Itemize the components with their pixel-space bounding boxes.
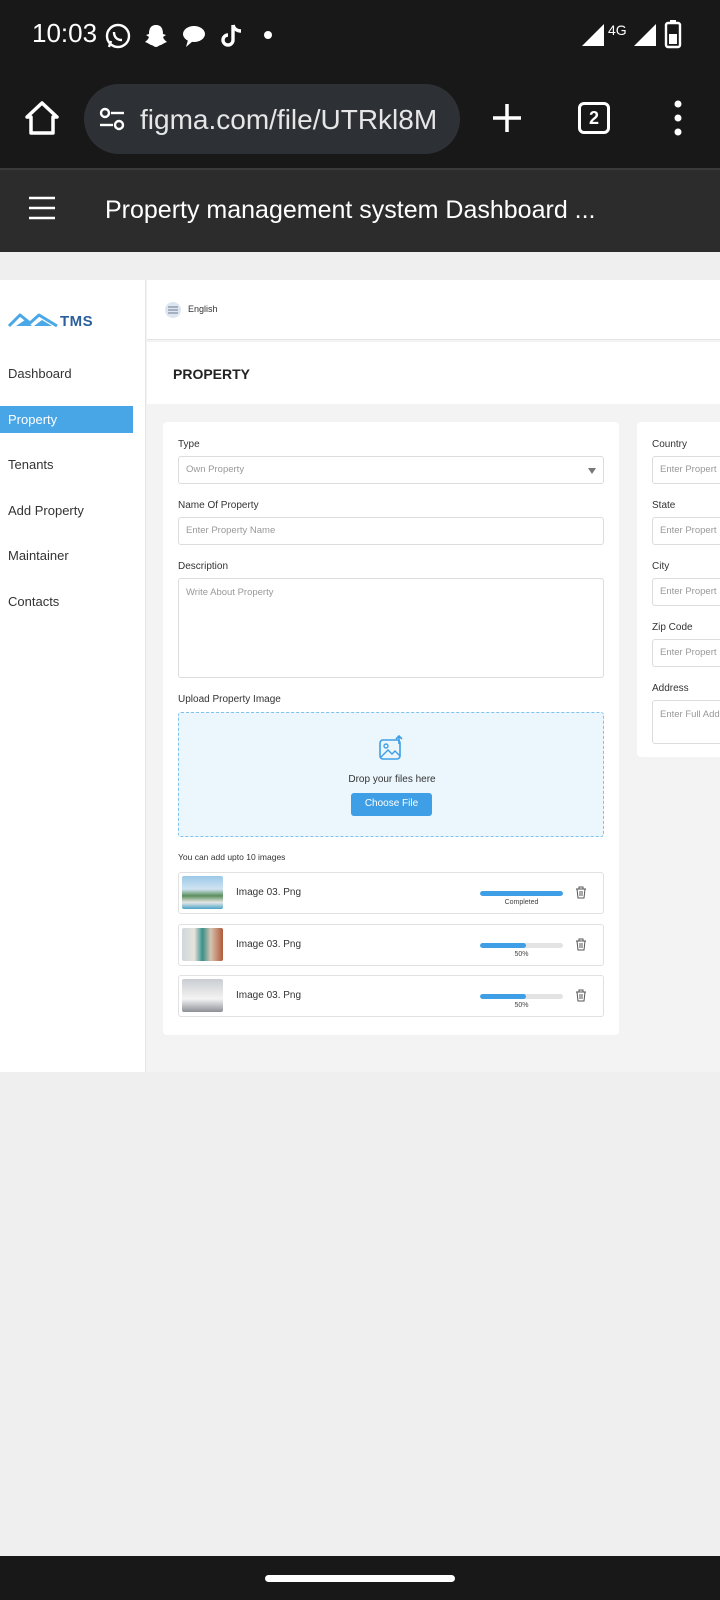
uploaded-image-row: Image 03. Png 50% xyxy=(178,924,604,966)
site-settings-icon[interactable] xyxy=(98,105,126,133)
upload-status: 50% xyxy=(514,951,529,958)
sidebar-item-dashboard[interactable]: Dashboard xyxy=(0,360,133,387)
figma-file-title: Property management system Dashboard ... xyxy=(105,196,596,224)
language-label[interactable]: English xyxy=(188,304,218,314)
menu-icon xyxy=(168,306,178,314)
description-label: Description xyxy=(178,561,229,572)
name-label: Name Of Property xyxy=(178,500,259,511)
dot-icon xyxy=(264,31,272,39)
sidebar-item-maintainer[interactable]: Maintainer xyxy=(0,542,133,569)
image-file-name: Image 03. Png xyxy=(236,887,302,898)
home-icon[interactable] xyxy=(22,98,62,138)
drop-files-text: Drop your files here xyxy=(348,774,436,785)
image-thumbnail xyxy=(182,876,223,909)
sidebar: TMS Dashboard Property Tenants Add Prope… xyxy=(0,280,146,1072)
uploaded-image-row: Image 03. Png 50% xyxy=(178,975,604,1017)
signal-icon xyxy=(634,24,656,46)
type-select[interactable]: Own Property xyxy=(178,456,604,484)
zip-code-label: Zip Code xyxy=(652,622,693,633)
url-text[interactable]: figma.com/file/UTRkl8M xyxy=(140,104,450,136)
image-limit-text: You can add upto 10 images xyxy=(178,852,286,862)
upload-progress-bar xyxy=(480,994,563,999)
location-form-card: Country Enter Propert State Enter Proper… xyxy=(637,422,720,757)
logo-text: TMS xyxy=(60,313,94,330)
country-input[interactable]: Enter Propert xyxy=(652,456,720,484)
snapchat-icon xyxy=(145,25,167,47)
trash-icon[interactable] xyxy=(575,989,587,1002)
property-name-input[interactable]: Enter Property Name xyxy=(178,517,604,545)
upload-dropzone[interactable]: Drop your files here Choose File xyxy=(178,712,604,837)
upload-progress-bar xyxy=(480,943,563,948)
image-thumbnail xyxy=(182,928,223,961)
gesture-navigation-bar xyxy=(0,1556,720,1600)
upload-progress-fill xyxy=(480,891,563,896)
address-textarea[interactable]: Enter Full Add xyxy=(652,700,720,744)
uploaded-image-row: Image 03. Png Completed xyxy=(178,872,604,914)
upload-status: 50% xyxy=(514,1002,529,1009)
figma-header: Property management system Dashboard ... xyxy=(0,168,720,252)
new-tab-icon[interactable] xyxy=(490,101,524,135)
page-title: PROPERTY xyxy=(173,366,251,382)
battery-icon xyxy=(664,20,682,49)
more-options-icon[interactable] xyxy=(664,98,692,138)
city-input[interactable]: Enter Propert xyxy=(652,578,720,606)
image-file-name: Image 03. Png xyxy=(236,990,302,1001)
trash-icon[interactable] xyxy=(575,886,587,899)
design-frame: TMS Dashboard Property Tenants Add Prope… xyxy=(0,280,720,1072)
home-gesture-handle[interactable] xyxy=(265,1575,455,1582)
page-title-bar: PROPERTY xyxy=(147,342,720,404)
tab-switcher-button[interactable]: 2 xyxy=(578,102,610,134)
address-bar[interactable]: figma.com/file/UTRkl8M xyxy=(84,84,460,154)
status-time: 10:03 xyxy=(32,18,98,48)
state-label: State xyxy=(652,500,676,511)
type-select-value: Own Property xyxy=(186,464,245,475)
app-topbar: English xyxy=(147,280,720,340)
zip-code-input[interactable]: Enter Propert xyxy=(652,639,720,667)
state-input[interactable]: Enter Propert xyxy=(652,517,720,545)
image-upload-icon xyxy=(379,735,403,760)
description-textarea[interactable]: Write About Property xyxy=(178,578,604,678)
tms-logo-icon xyxy=(8,313,58,328)
upload-progress-fill xyxy=(480,994,526,999)
city-label: City xyxy=(652,561,670,572)
sidebar-item-contacts[interactable]: Contacts xyxy=(0,588,133,615)
network-type-label: 4G xyxy=(608,22,627,38)
address-label: Address xyxy=(652,683,689,694)
upload-progress-bar xyxy=(480,891,563,896)
sidebar-item-tenants[interactable]: Tenants xyxy=(0,451,133,478)
tab-count: 2 xyxy=(588,108,599,128)
whatsapp-icon xyxy=(105,23,131,49)
image-file-name: Image 03. Png xyxy=(236,939,302,950)
status-bar: 10:03 4G xyxy=(0,0,720,72)
chat-icon xyxy=(183,26,205,47)
hamburger-menu-icon[interactable] xyxy=(28,196,56,220)
property-form-card: Type Own Property Name Of Property Enter… xyxy=(163,422,619,1035)
upload-progress-fill xyxy=(480,943,526,948)
tiktok-icon xyxy=(221,24,242,47)
choose-file-button[interactable]: Choose File xyxy=(351,793,432,816)
browser-toolbar: figma.com/file/UTRkl8M 2 xyxy=(0,72,720,168)
sidebar-item-add-property[interactable]: Add Property xyxy=(0,497,133,524)
chevron-down-icon xyxy=(588,468,596,474)
country-label: Country xyxy=(652,439,688,450)
signal-icon xyxy=(582,24,604,46)
upload-label: Upload Property Image xyxy=(178,694,281,705)
trash-icon[interactable] xyxy=(575,938,587,951)
sidebar-item-property[interactable]: Property xyxy=(0,406,133,433)
upload-status: Completed xyxy=(504,899,539,906)
language-button[interactable] xyxy=(165,302,181,318)
image-thumbnail xyxy=(182,979,223,1012)
type-label: Type xyxy=(178,439,200,450)
